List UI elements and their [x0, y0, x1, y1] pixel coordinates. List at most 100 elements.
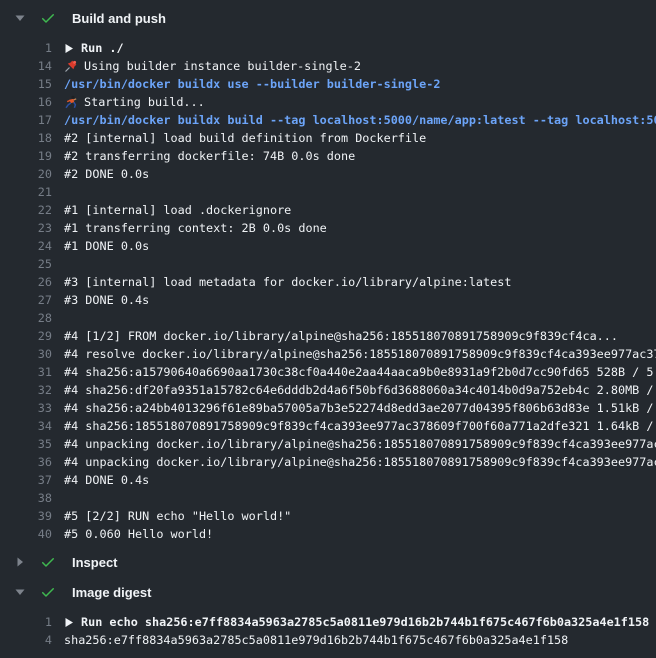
line-number[interactable]: 1	[0, 39, 52, 57]
log-text: #4 sha256:df20fa9351a15782c64e6dddb2d4a6…	[64, 381, 654, 399]
section-body-image-digest: 1Run echo sha256:e7ff8834a5963a2785c5a08…	[0, 607, 656, 653]
log-text: #4 unpacking docker.io/library/alpine@sh…	[64, 453, 656, 471]
log-line: 37 #4 DONE 0.4s	[0, 471, 656, 489]
line-number[interactable]: 35	[0, 435, 52, 453]
line-number[interactable]: 15	[0, 75, 52, 93]
run-command-label: Run ./	[81, 39, 124, 57]
chevron-down-icon[interactable]	[14, 586, 26, 598]
line-number[interactable]: 25	[0, 255, 52, 273]
log-text: #4 sha256:185518070891758909c9f839cf4ca3…	[64, 417, 656, 435]
line-number[interactable]: 39	[0, 507, 52, 525]
command-text: /usr/bin/docker buildx use --builder bui…	[64, 75, 440, 93]
line-number[interactable]: 32	[0, 381, 52, 399]
log-text: #2 DONE 0.0s	[64, 165, 149, 183]
log-text: #4 resolve docker.io/library/alpine@sha2…	[64, 345, 656, 363]
line-number[interactable]: 34	[0, 417, 52, 435]
log-line: 21	[0, 183, 656, 201]
log-text: #3 [internal] load metadata for docker.i…	[64, 273, 511, 291]
line-number[interactable]: 33	[0, 399, 52, 417]
log-line: 32 #4 sha256:df20fa9351a15782c64e6dddb2d4…	[0, 381, 656, 399]
log-line: 25	[0, 255, 656, 273]
log-text: #2 DONE 0.0s	[64, 165, 656, 183]
chevron-down-icon[interactable]	[14, 12, 26, 24]
log-text: Starting build...	[84, 93, 205, 111]
log-text: sha256:e7ff8834a5963a2785c5a0811e979d16b…	[64, 631, 656, 649]
log-text: #4 resolve docker.io/library/alpine@sha2…	[64, 345, 656, 363]
line-number[interactable]: 1	[0, 613, 52, 631]
log-text: #4 DONE 0.4s	[64, 471, 656, 489]
log-text: #3 DONE 0.4s	[64, 291, 149, 309]
line-number[interactable]: 24	[0, 237, 52, 255]
section-body-build-and-push: 1 Run ./ 14 Using builder instance builder-…	[0, 33, 656, 547]
line-number[interactable]: 23	[0, 219, 52, 237]
line-number[interactable]: 37	[0, 471, 52, 489]
line-number[interactable]: 4	[0, 631, 52, 649]
command-text: /usr/bin/docker buildx build --tag local…	[64, 111, 656, 129]
log-line: 15/usr/bin/docker buildx use --builder b…	[0, 75, 656, 93]
line-number[interactable]: 28	[0, 309, 52, 327]
log-line: 16 Starting build...	[0, 93, 656, 111]
chevron-right-icon[interactable]	[14, 556, 26, 568]
log-line: 27 #3 DONE 0.4s	[0, 291, 656, 309]
log-text: #4 sha256:a15790640a6690aa1730c38cf0a440…	[64, 363, 656, 381]
line-number[interactable]: 38	[0, 489, 52, 507]
log-line: 26 #3 [internal] load metadata for docker…	[0, 273, 656, 291]
line-number[interactable]: 26	[0, 273, 52, 291]
log-text: #2 [internal] load build definition from…	[64, 129, 426, 147]
log-text: #2 [internal] load build definition from…	[64, 129, 656, 147]
line-number[interactable]: 22	[0, 201, 52, 219]
section-header-image-digest[interactable]: Image digest	[0, 577, 656, 607]
log-text: #4 unpacking docker.io/library/alpine@sh…	[64, 453, 656, 471]
log-line: 30 #4 resolve docker.io/library/alpine@sh…	[0, 345, 656, 363]
log-text: #2 transferring dockerfile: 74B 0.0s don…	[64, 147, 355, 165]
log-line: 23#1 transferring context: 2B 0.0s done	[0, 219, 656, 237]
line-number[interactable]: 17	[0, 111, 52, 129]
command-text: /usr/bin/docker buildx build --tag local…	[64, 111, 656, 129]
log-line: 33 #4 sha256:a24bb4013296f61e89ba57005a7b…	[0, 399, 656, 417]
line-number[interactable]: 31	[0, 363, 52, 381]
log-line: 36 #4 unpacking docker.io/library/alpine@…	[0, 453, 656, 471]
line-number[interactable]: 16	[0, 93, 52, 111]
line-number[interactable]: 21	[0, 183, 52, 201]
log-line: 34 #4 sha256:185518070891758909c9f839cf4c…	[0, 417, 656, 435]
pushpin-icon	[64, 59, 78, 73]
log-line: 24 #1 DONE 0.0s	[0, 237, 656, 255]
section-title: Image digest	[72, 585, 151, 600]
line-number[interactable]: 27	[0, 291, 52, 309]
check-icon	[40, 554, 56, 570]
log-text: Starting build...	[64, 93, 656, 111]
section-header-build-and-push[interactable]: Build and push	[0, 3, 656, 33]
log-line: 39 #5 [2/2] RUN echo "Hello world!"	[0, 507, 656, 525]
line-number[interactable]: 14	[0, 57, 52, 75]
log-text: #4 sha256:df20fa9351a15782c64e6dddb2d4a6…	[64, 381, 656, 399]
run-toggle-icon[interactable]	[64, 617, 74, 628]
workflow-log: Build and push1Run ./14Using builder ins…	[0, 3, 656, 653]
log-text	[64, 183, 656, 201]
line-number[interactable]: 19	[0, 147, 52, 165]
log-line: 28	[0, 309, 656, 327]
log-text	[64, 309, 656, 327]
line-number[interactable]: 20	[0, 165, 52, 183]
log-line[interactable]: 1Run echo sha256:e7ff8834a5963a2785c5a08…	[0, 613, 656, 631]
line-number[interactable]: 40	[0, 525, 52, 543]
line-number[interactable]: 30	[0, 345, 52, 363]
log-text: #5 [2/2] RUN echo "Hello world!"	[64, 507, 291, 525]
line-number[interactable]: 18	[0, 129, 52, 147]
log-text	[64, 489, 656, 507]
section-header-inspect[interactable]: Inspect	[0, 547, 656, 577]
log-line: 14 Using builder instance builder-single-…	[0, 57, 656, 75]
line-number[interactable]: 36	[0, 453, 52, 471]
log-line: 17/usr/bin/docker buildx build --tag loc…	[0, 111, 656, 129]
log-text: #1 DONE 0.0s	[64, 237, 149, 255]
runner-icon	[64, 95, 78, 109]
log-text: #4 sha256:185518070891758909c9f839cf4ca3…	[64, 417, 654, 435]
run-toggle-icon[interactable]	[64, 43, 74, 54]
line-number[interactable]: 29	[0, 327, 52, 345]
log-text: Using builder instance builder-single-2	[64, 57, 656, 75]
log-line[interactable]: 1 Run ./	[0, 39, 656, 57]
log-text: #4 sha256:a24bb4013296f61e89ba57005a7b3e…	[64, 399, 656, 417]
log-text: #2 transferring dockerfile: 74B 0.0s don…	[64, 147, 656, 165]
log-text: #3 [internal] load metadata for docker.i…	[64, 273, 656, 291]
log-text: #1 DONE 0.0s	[64, 237, 656, 255]
log-line: 22#1 [internal] load .dockerignore	[0, 201, 656, 219]
